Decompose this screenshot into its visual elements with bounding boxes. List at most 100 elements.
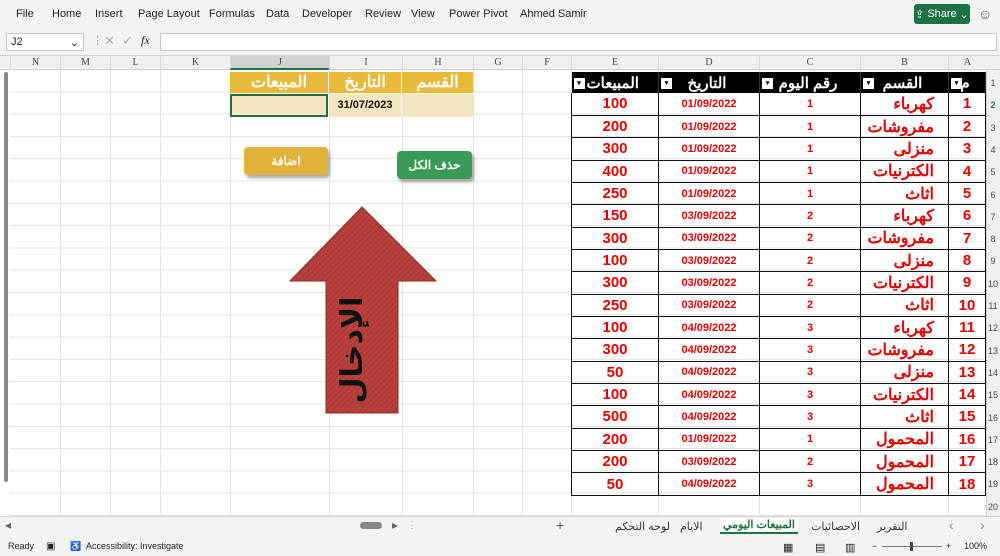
table-row[interactable]: 300 01/09/2022 1 منزلى 3 — [571, 137, 986, 161]
table-cell-day-number[interactable]: 2 — [759, 249, 861, 273]
table-cell-index[interactable]: 15 — [948, 405, 986, 429]
new-sheet-button[interactable]: + — [556, 517, 564, 533]
zoom-level[interactable]: 100% — [964, 541, 987, 551]
table-cell-sales[interactable]: 250 — [571, 182, 659, 206]
row-header-4[interactable]: 4 — [986, 145, 1000, 155]
table-row[interactable]: 250 03/09/2022 2 اثاث 10 — [571, 294, 986, 317]
table-row[interactable]: 150 03/09/2022 2 كهرباء 6 — [571, 204, 986, 228]
row-header-14[interactable]: 14 — [986, 368, 1000, 378]
column-header-m[interactable]: M — [60, 56, 110, 70]
sheet-tab[interactable]: الاحصائيات — [811, 520, 860, 533]
table-cell-index[interactable]: 3 — [948, 137, 986, 161]
table-cell-category[interactable]: اثاث — [860, 294, 949, 317]
name-box[interactable]: J2 ⌄ — [6, 33, 84, 51]
row-header-7[interactable]: 7 — [986, 212, 1000, 222]
table-row[interactable]: 100 04/09/2022 3 كهرباء 11 — [571, 316, 986, 340]
horizontal-scroll-thumb[interactable] — [360, 522, 382, 529]
column-header-b[interactable]: B — [860, 56, 948, 70]
table-cell-index[interactable]: 9 — [948, 271, 986, 295]
filter-dropdown-icon[interactable]: ▾ — [951, 78, 962, 89]
row-header-8[interactable]: 8 — [986, 234, 1000, 244]
table-cell-date[interactable]: 03/09/2022 — [658, 204, 760, 228]
column-header-d[interactable]: D — [658, 56, 759, 70]
table-cell-index[interactable]: 12 — [948, 338, 986, 362]
comments-icon[interactable]: ☺ — [978, 6, 992, 22]
table-cell-category[interactable]: مفروشات — [860, 227, 949, 250]
table-cell-date[interactable]: 03/09/2022 — [658, 450, 760, 474]
accessibility-icon[interactable]: ♿ — [70, 541, 81, 552]
table-cell-day-number[interactable]: 2 — [759, 450, 861, 474]
row-header-3[interactable]: 3 — [986, 123, 1000, 133]
table-cell-index[interactable]: 6 — [948, 204, 986, 228]
table-cell-category[interactable]: المحمول — [860, 450, 949, 474]
table-cell-day-number[interactable]: 1 — [759, 428, 861, 452]
table-cell-index[interactable]: 4 — [948, 160, 986, 183]
table-cell-day-number[interactable]: 3 — [759, 316, 861, 340]
menu-item-page-layout[interactable]: Page Layout — [138, 8, 200, 20]
row-header-17[interactable]: 17 — [986, 435, 1000, 445]
table-row[interactable]: 300 03/09/2022 2 الكترنيات 9 — [571, 271, 986, 295]
table-row[interactable]: 200 01/09/2022 1 المحمول 16 — [571, 428, 986, 452]
table-cell-date[interactable]: 03/09/2022 — [658, 249, 760, 273]
row-header-10[interactable]: 10 — [986, 279, 1000, 289]
table-cell-date[interactable]: 01/09/2022 — [658, 182, 760, 206]
column-header-n[interactable]: N — [10, 56, 60, 70]
more-options-icon[interactable]: ⋮ — [92, 34, 103, 47]
clear-all-button[interactable]: حذف الكل — [397, 151, 472, 179]
page-layout-icon[interactable]: ▤ — [815, 541, 825, 554]
column-header-h[interactable]: H — [402, 56, 473, 70]
zoom-out-icon[interactable]: − — [872, 541, 877, 551]
row-header-12[interactable]: 12 — [986, 323, 1000, 333]
table-row[interactable]: 100 03/09/2022 2 منزلى 8 — [571, 249, 986, 273]
table-row[interactable]: 50 04/09/2022 3 منزلى 13 — [571, 361, 986, 384]
table-cell-date[interactable]: 04/09/2022 — [658, 316, 760, 340]
table-cell-day-number[interactable]: 1 — [759, 137, 861, 161]
table-cell-category[interactable]: المحمول — [860, 428, 949, 452]
table-header-category[interactable]: ▾ القسم — [860, 72, 949, 93]
scroll-left-icon[interactable]: ◂ — [5, 518, 11, 532]
tab-nav-next-icon[interactable]: › — [980, 517, 985, 533]
row-header-9[interactable]: 9 — [986, 256, 1000, 266]
filter-dropdown-icon[interactable]: ▾ — [661, 78, 672, 89]
vertical-scroll-thumb[interactable] — [4, 72, 8, 482]
table-cell-sales[interactable]: 100 — [571, 383, 659, 407]
table-cell-day-number[interactable]: 2 — [759, 227, 861, 250]
table-cell-category[interactable]: الكترنيات — [860, 160, 949, 183]
table-cell-date[interactable]: 04/09/2022 — [658, 383, 760, 407]
insert-function-icon[interactable]: fx — [141, 33, 150, 48]
table-cell-category[interactable]: كهرباء — [860, 204, 949, 228]
table-cell-date[interactable]: 04/09/2022 — [658, 472, 760, 496]
table-header-date[interactable]: ▾ التاريخ — [658, 72, 760, 93]
table-cell-category[interactable]: الكترنيات — [860, 271, 949, 295]
table-cell-sales[interactable]: 200 — [571, 115, 659, 139]
table-cell-category[interactable]: كهرباء — [860, 93, 949, 116]
table-cell-date[interactable]: 01/09/2022 — [658, 428, 760, 452]
table-cell-category[interactable]: كهرباء — [860, 316, 949, 340]
table-cell-sales[interactable]: 300 — [571, 227, 659, 250]
menu-item-data[interactable]: Data — [266, 8, 289, 20]
sheet-tab[interactable]: التقرير — [877, 520, 908, 533]
table-cell-day-number[interactable]: 3 — [759, 405, 861, 429]
row-header-16[interactable]: 16 — [986, 413, 1000, 423]
table-cell-sales[interactable]: 200 — [571, 428, 659, 452]
normal-view-icon[interactable]: ▦ — [783, 541, 793, 554]
menu-item-formulas[interactable]: Formulas — [209, 8, 255, 20]
table-row[interactable]: 500 04/09/2022 3 اثاث 15 — [571, 405, 986, 429]
sales-table[interactable]: ▾ المبيعات ▾ التاريخ ▾ رقم اليوم ▾ القسم ▾ م 100 0… — [571, 72, 986, 496]
row-header-18[interactable]: 18 — [986, 457, 1000, 467]
table-cell-date[interactable]: 04/09/2022 — [658, 361, 760, 384]
row-header-5[interactable]: 5 — [986, 167, 1000, 177]
menu-item-view[interactable]: View — [411, 8, 435, 20]
table-header-index[interactable]: ▾ م — [948, 72, 986, 93]
table-cell-category[interactable]: المحمول — [860, 472, 949, 496]
table-cell-day-number[interactable]: 3 — [759, 338, 861, 362]
table-cell-date[interactable]: 01/09/2022 — [658, 160, 760, 183]
table-cell-date[interactable]: 03/09/2022 — [658, 227, 760, 250]
table-row[interactable]: 50 04/09/2022 3 المحمول 18 — [571, 472, 986, 496]
table-row[interactable]: 300 03/09/2022 2 مفروشات 7 — [571, 227, 986, 250]
row-header-19[interactable]: 19 — [986, 479, 1000, 489]
table-cell-index[interactable]: 1 — [948, 93, 986, 116]
menu-item-home[interactable]: Home — [52, 8, 81, 20]
row-header-11[interactable]: 11 — [986, 301, 1000, 311]
table-row[interactable]: 200 03/09/2022 2 المحمول 17 — [571, 450, 986, 474]
